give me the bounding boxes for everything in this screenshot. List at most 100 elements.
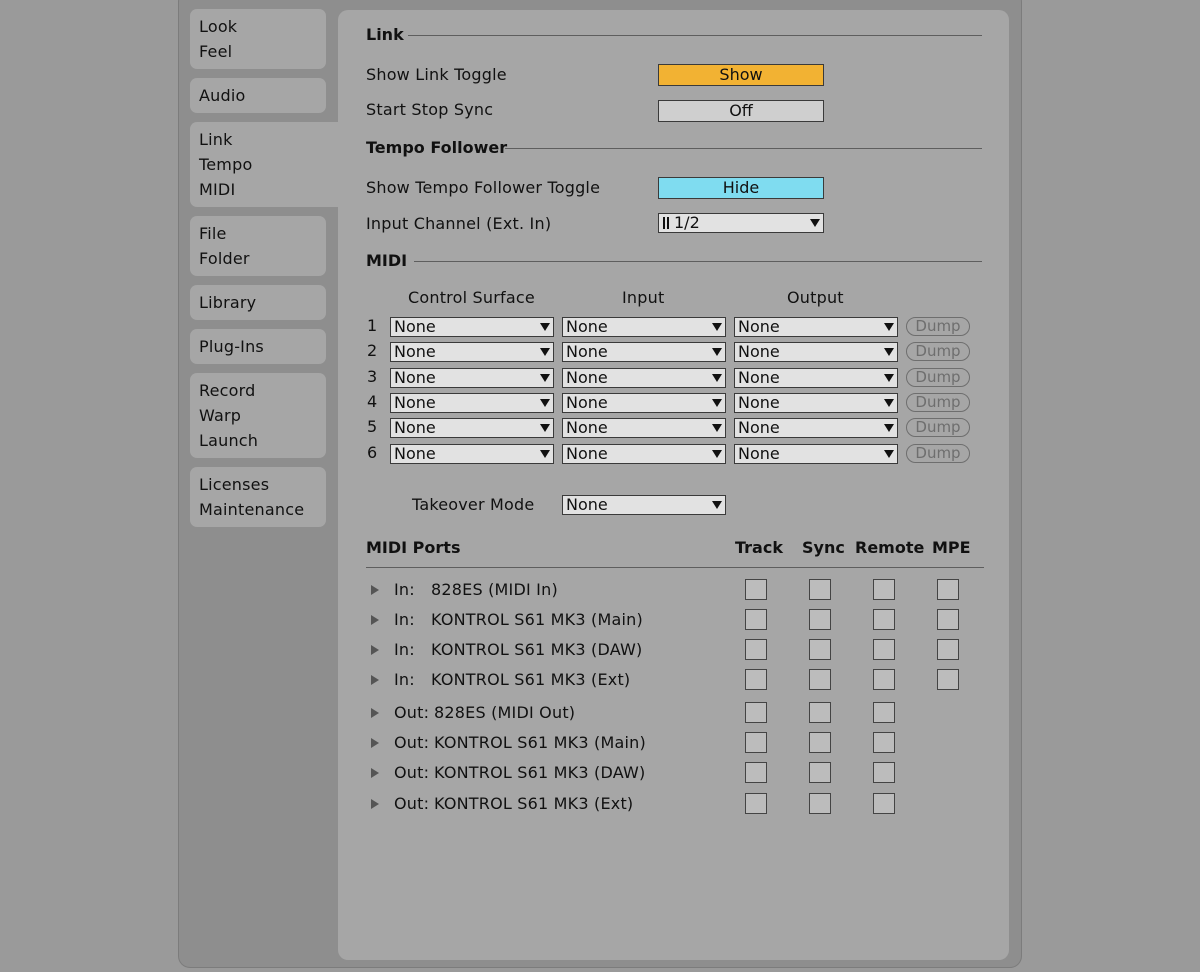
chevron-down-icon	[884, 348, 894, 357]
control-surface-dropdown-value: None	[394, 392, 436, 412]
mpe-checkbox[interactable]	[937, 669, 959, 690]
track-checkbox[interactable]	[745, 702, 767, 723]
output-dropdown[interactable]: None	[734, 367, 898, 388]
input-channel-dropdown[interactable]: 1/2	[658, 213, 824, 233]
midi-row-number: 2	[367, 341, 378, 361]
port-direction: Out:	[394, 703, 430, 722]
control-surface-dropdown[interactable]: None	[390, 392, 554, 413]
track-checkbox[interactable]	[745, 669, 767, 690]
control-surface-dropdown[interactable]: None	[390, 342, 554, 363]
port-name: KONTROL S61 MK3 (Main)	[431, 610, 643, 629]
remote-checkbox[interactable]	[873, 793, 895, 814]
expand-triangle-icon[interactable]	[371, 585, 379, 595]
dump-button[interactable]: Dump	[906, 342, 970, 362]
remote-checkbox[interactable]	[873, 639, 895, 660]
chevron-down-icon	[712, 449, 722, 458]
sync-checkbox[interactable]	[809, 669, 831, 690]
expand-triangle-icon[interactable]	[371, 799, 379, 809]
port-direction: In:	[394, 610, 415, 629]
chevron-down-icon	[540, 449, 550, 458]
expand-triangle-icon[interactable]	[371, 645, 379, 655]
midi-ports-header: MIDI Ports	[366, 538, 461, 557]
track-checkbox[interactable]	[745, 762, 767, 783]
sidebar-tab-audio[interactable]: Audio	[190, 78, 326, 113]
remote-checkbox[interactable]	[873, 762, 895, 783]
output-dropdown-value: None	[738, 443, 780, 463]
sidebar-tab-plug-ins[interactable]: Plug-Ins	[190, 329, 326, 364]
takeover-mode-label: Takeover Mode	[412, 495, 535, 514]
track-checkbox[interactable]	[745, 609, 767, 630]
sync-checkbox[interactable]	[809, 762, 831, 783]
sync-checkbox[interactable]	[809, 793, 831, 814]
output-dropdown[interactable]: None	[734, 342, 898, 363]
sidebar-tab-file[interactable]: File Folder	[190, 216, 326, 276]
dump-button[interactable]: Dump	[906, 418, 970, 438]
port-name: KONTROL S61 MK3 (Ext)	[431, 670, 631, 689]
control-surface-dropdown[interactable]: None	[390, 317, 554, 337]
show-link-toggle-button[interactable]: Show	[658, 64, 824, 86]
sync-checkbox[interactable]	[809, 579, 831, 600]
remote-checkbox[interactable]	[873, 579, 895, 600]
sidebar-tab-licenses[interactable]: Licenses Maintenance	[190, 467, 326, 527]
chevron-down-icon	[884, 373, 894, 382]
remote-checkbox[interactable]	[873, 732, 895, 753]
dump-button[interactable]: Dump	[906, 443, 970, 463]
chevron-down-icon	[712, 348, 722, 357]
chevron-down-icon	[884, 424, 894, 433]
dump-button[interactable]: Dump	[906, 317, 970, 336]
expand-triangle-icon[interactable]	[371, 768, 379, 778]
track-checkbox[interactable]	[745, 639, 767, 660]
control-surface-dropdown[interactable]: None	[390, 443, 554, 464]
remote-checkbox[interactable]	[873, 669, 895, 690]
dump-button[interactable]: Dump	[906, 392, 970, 412]
expand-triangle-icon[interactable]	[371, 675, 379, 685]
takeover-mode-dropdown[interactable]: None	[562, 495, 726, 515]
port-direction: In:	[394, 580, 415, 599]
expand-triangle-icon[interactable]	[371, 708, 379, 718]
remote-checkbox[interactable]	[873, 609, 895, 630]
sidebar-tab-link[interactable]: Link Tempo MIDI	[190, 122, 350, 207]
mpe-checkbox[interactable]	[937, 579, 959, 600]
sidebar-tab-look[interactable]: Look Feel	[190, 9, 326, 69]
remote-checkbox[interactable]	[873, 702, 895, 723]
sidebar-tab-library[interactable]: Library	[190, 285, 326, 320]
chevron-down-icon	[884, 323, 894, 331]
input-channel-value: 1/2	[674, 213, 700, 232]
mpe-checkbox[interactable]	[937, 639, 959, 660]
input-dropdown-value: None	[566, 342, 608, 362]
control-surface-dropdown[interactable]: None	[390, 367, 554, 388]
sidebar-tab-label: Folder	[199, 249, 250, 268]
sidebar-tab-record[interactable]: Record Warp Launch	[190, 373, 326, 458]
mpe-checkbox[interactable]	[937, 609, 959, 630]
show-tempo-follower-button[interactable]: Hide	[658, 177, 824, 199]
input-dropdown[interactable]: None	[562, 392, 726, 413]
start-stop-sync-button[interactable]: Off	[658, 100, 824, 122]
expand-triangle-icon[interactable]	[371, 615, 379, 625]
sync-checkbox[interactable]	[809, 609, 831, 630]
expand-triangle-icon[interactable]	[371, 738, 379, 748]
dump-button[interactable]: Dump	[906, 367, 970, 387]
sync-checkbox[interactable]	[809, 732, 831, 753]
col-header-remote: Remote	[855, 538, 925, 557]
input-dropdown[interactable]: None	[562, 443, 726, 464]
input-dropdown[interactable]: None	[562, 418, 726, 439]
section-title-link: Link	[366, 25, 404, 44]
input-dropdown[interactable]: None	[562, 342, 726, 363]
sync-checkbox[interactable]	[809, 702, 831, 723]
chevron-down-icon	[540, 424, 550, 433]
track-checkbox[interactable]	[745, 579, 767, 600]
track-checkbox[interactable]	[745, 793, 767, 814]
col-header-control-surface: Control Surface	[408, 288, 535, 307]
output-dropdown[interactable]: None	[734, 317, 898, 337]
track-checkbox[interactable]	[745, 732, 767, 753]
port-name: 828ES (MIDI In)	[431, 580, 558, 599]
input-dropdown[interactable]: None	[562, 367, 726, 388]
control-surface-dropdown[interactable]: None	[390, 418, 554, 439]
output-dropdown[interactable]: None	[734, 443, 898, 464]
show-link-toggle-label: Show Link Toggle	[366, 65, 507, 84]
output-dropdown[interactable]: None	[734, 392, 898, 413]
sync-checkbox[interactable]	[809, 639, 831, 660]
port-direction: In:	[394, 640, 415, 659]
input-dropdown[interactable]: None	[562, 317, 726, 337]
output-dropdown[interactable]: None	[734, 418, 898, 439]
